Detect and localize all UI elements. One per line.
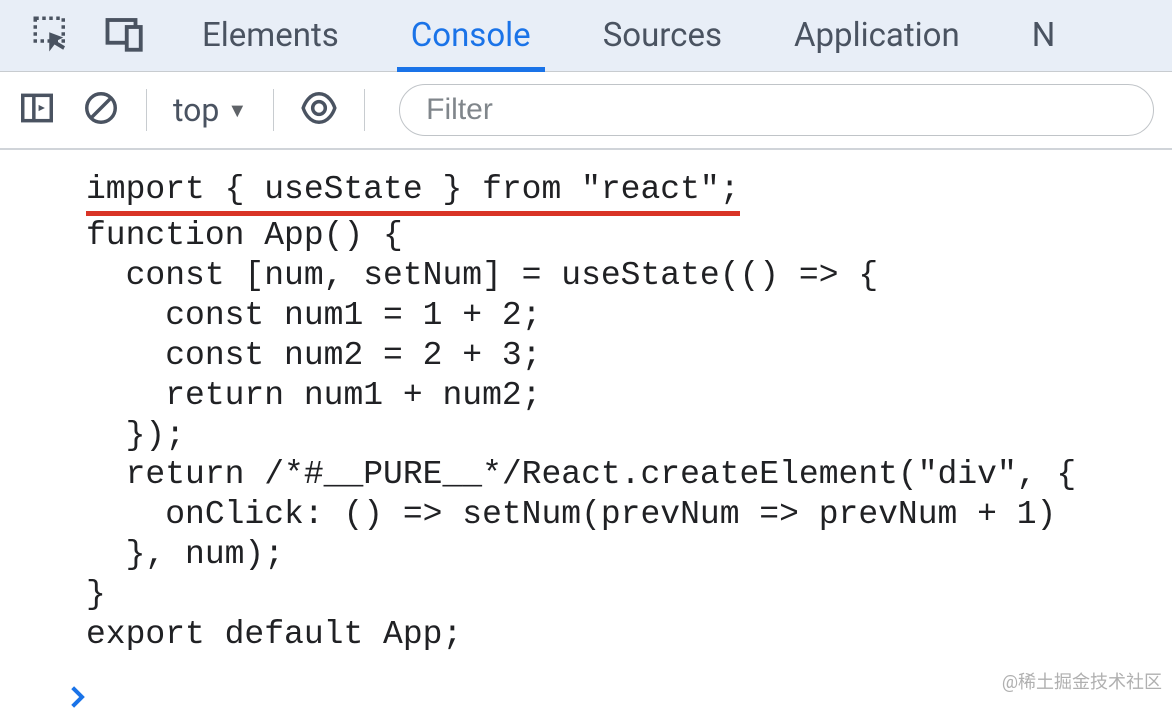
tabs: Elements Console Sources Application N xyxy=(166,0,1091,71)
chevron-right-icon xyxy=(68,685,88,719)
inspect-element-icon[interactable] xyxy=(30,13,72,59)
tab-label: Sources xyxy=(603,16,722,55)
code-line-2: function App() { xyxy=(86,217,403,254)
filter-input[interactable] xyxy=(399,84,1154,136)
context-selector[interactable]: top ▼ xyxy=(173,91,247,129)
filter-container xyxy=(399,84,1154,136)
context-label: top xyxy=(173,91,219,129)
tab-console[interactable]: Console xyxy=(375,0,567,71)
code-line-5: const num2 = 2 + 3; xyxy=(86,337,541,374)
tab-sources[interactable]: Sources xyxy=(567,0,758,71)
code-line-12: export default App; xyxy=(86,616,462,653)
toggle-sidebar-icon[interactable] xyxy=(18,89,56,131)
code-line-3: const [num, setNum] = useState(() => { xyxy=(86,257,878,294)
tab-overflow-partial[interactable]: N xyxy=(996,0,1092,71)
tabbar-icons xyxy=(0,13,166,59)
device-toolbar-icon[interactable] xyxy=(104,13,146,59)
tab-elements[interactable]: Elements xyxy=(166,0,375,71)
tab-application[interactable]: Application xyxy=(758,0,996,71)
code-line-10: }, num); xyxy=(86,536,284,573)
tab-label: N xyxy=(1032,16,1056,55)
divider xyxy=(146,89,147,131)
code-line-6: return num1 + num2; xyxy=(86,377,541,414)
console-body: import { useState } from "react"; functi… xyxy=(0,150,1172,719)
code-line-8: return /*#__PURE__*/React.createElement(… xyxy=(86,456,1076,493)
chevron-down-icon: ▼ xyxy=(227,98,247,123)
tab-label: Console xyxy=(411,16,531,55)
console-output: import { useState } from "react"; functi… xyxy=(32,170,1172,655)
code-line-7: }); xyxy=(86,417,185,454)
tab-label: Application xyxy=(794,16,960,55)
watermark: @稀土掘金技术社区 xyxy=(1002,668,1162,694)
devtools-tabbar: Elements Console Sources Application N xyxy=(0,0,1172,72)
code-line-1: import { useState } from "react"; xyxy=(86,170,740,216)
clear-console-icon[interactable] xyxy=(82,89,120,131)
divider xyxy=(273,89,274,131)
code-line-4: const num1 = 1 + 2; xyxy=(86,297,541,334)
divider xyxy=(364,89,365,131)
console-toolbar: top ▼ xyxy=(0,72,1172,150)
code-line-11: } xyxy=(86,576,106,613)
tab-label: Elements xyxy=(202,16,339,55)
code-line-9: onClick: () => setNum(prevNum => prevNum… xyxy=(86,496,1056,533)
live-expression-icon[interactable] xyxy=(300,89,338,131)
